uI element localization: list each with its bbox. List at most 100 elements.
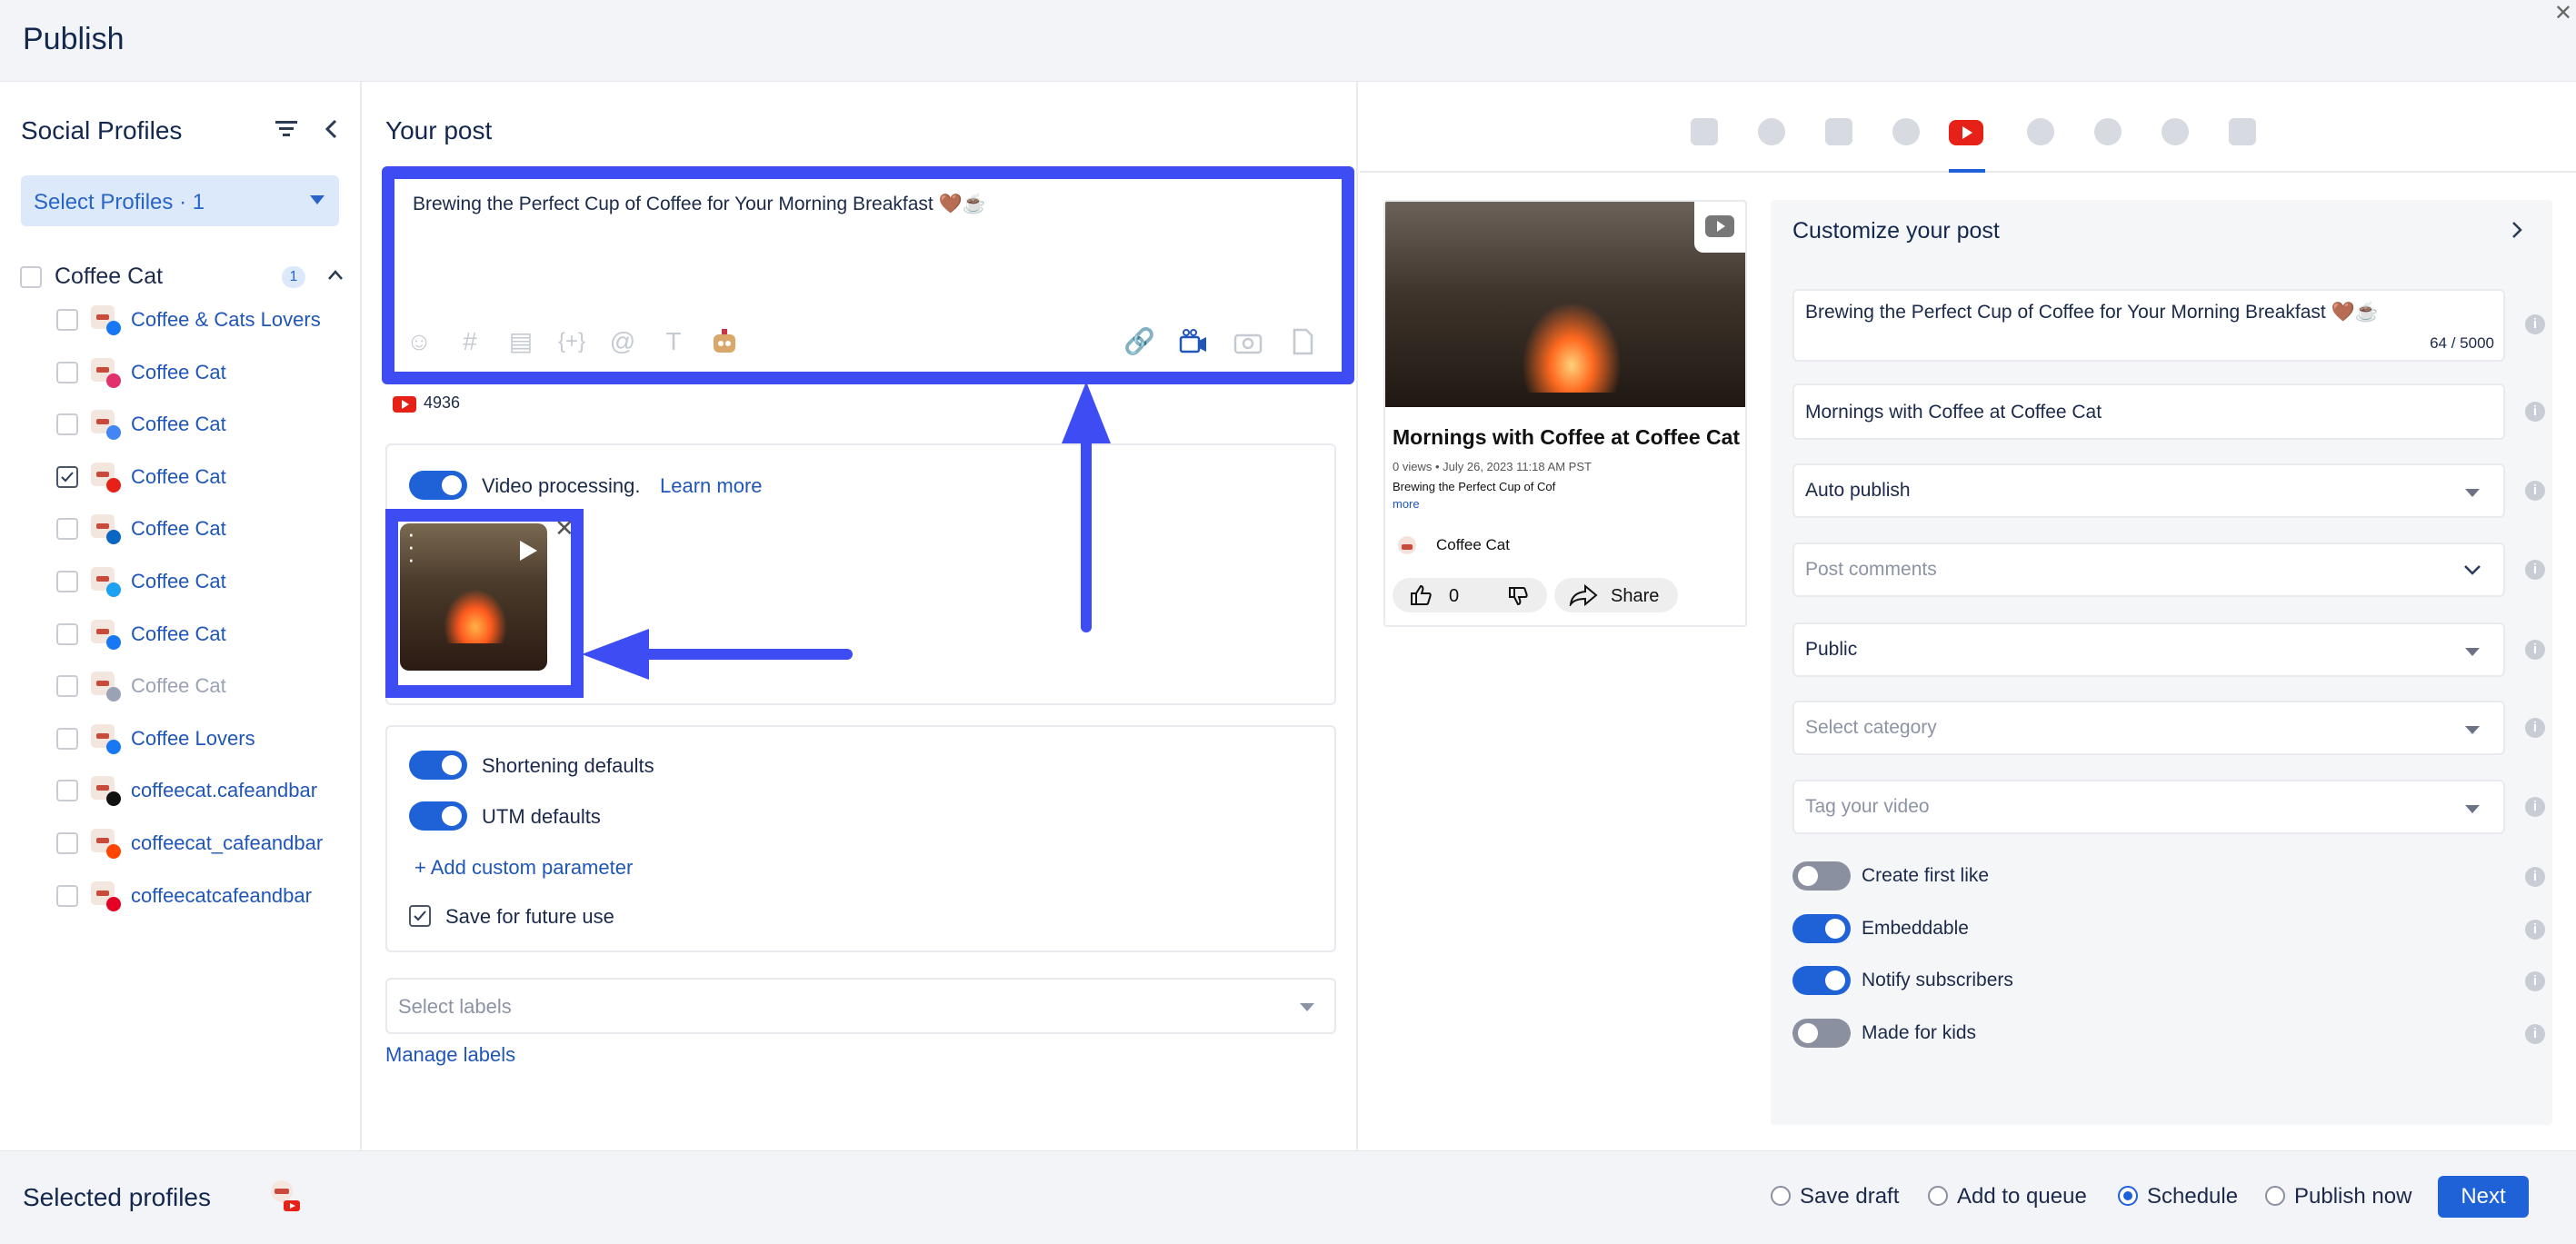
ai-assistant-icon[interactable] <box>709 326 740 357</box>
publish-mode-select[interactable]: Auto publish <box>1792 463 2505 518</box>
plus-icon: + <box>414 856 431 879</box>
info-icon[interactable]: i <box>2525 1024 2545 1044</box>
profile-item[interactable]: Coffee Cat <box>55 563 354 600</box>
profile-item[interactable]: Coffee Cat <box>55 511 354 547</box>
notify-subscribers-toggle[interactable] <box>1792 966 1851 995</box>
group-checkbox[interactable] <box>20 266 42 288</box>
info-icon[interactable]: i <box>2525 640 2545 660</box>
profile-item[interactable]: Coffee Cat <box>55 354 354 391</box>
utm-defaults-toggle[interactable] <box>409 801 467 831</box>
info-icon[interactable]: i <box>2525 867 2545 887</box>
info-icon[interactable]: i <box>2525 718 2545 738</box>
tab-reddit-icon[interactable] <box>2094 118 2122 145</box>
tags-select[interactable]: Tag your video <box>1792 780 2505 834</box>
tab-pinterest-icon[interactable] <box>2162 118 2189 145</box>
profile-item[interactable]: Coffee Cat <box>55 616 354 652</box>
info-icon[interactable]: i <box>2525 560 2545 580</box>
profile-checkbox[interactable] <box>56 361 78 383</box>
play-icon[interactable] <box>514 538 540 563</box>
tab-twitter-icon[interactable] <box>1892 118 1920 145</box>
save-future-checkbox[interactable] <box>409 905 431 927</box>
tab-youtube-icon[interactable] <box>1949 120 1983 145</box>
tab-instagram-icon[interactable] <box>1758 118 1785 145</box>
profile-item[interactable]: Coffee Lovers <box>55 721 354 757</box>
publish-now-radio[interactable] <box>2265 1186 2285 1206</box>
add-custom-parameter-link[interactable]: + Add custom parameter <box>414 856 633 880</box>
shortening-defaults-toggle[interactable] <box>409 751 467 780</box>
hashtag-icon[interactable]: # <box>454 326 485 357</box>
check-icon <box>61 472 74 483</box>
more-options-icon[interactable]: · · · <box>407 523 415 571</box>
notify-subscribers-label: Notify subscribers <box>1862 970 2013 990</box>
profile-checkbox[interactable] <box>56 413 78 436</box>
info-icon[interactable]: i <box>2525 797 2545 817</box>
schedule-radio[interactable] <box>2118 1186 2138 1206</box>
select-labels-placeholder: Select labels <box>398 995 512 1018</box>
made-for-kids-toggle[interactable] <box>1792 1019 1851 1048</box>
profile-item[interactable]: Coffee Cat <box>55 459 354 495</box>
tab-tiktok-icon[interactable] <box>2229 118 2256 145</box>
snippet-icon[interactable]: ▤ <box>505 326 536 357</box>
camera-icon[interactable] <box>1233 326 1263 357</box>
profile-checkbox[interactable] <box>56 309 78 331</box>
post-comments-select[interactable]: Post comments <box>1792 542 2505 597</box>
video-description-field[interactable]: Mornings with Coffee at Coffee Cat <box>1792 383 2505 440</box>
profile-checkbox[interactable] <box>56 884 78 907</box>
profile-item[interactable]: Coffee & Cats Lovers <box>55 302 354 338</box>
tab-linkedin-icon[interactable] <box>1825 118 1852 145</box>
profile-group[interactable]: Coffee Cat 1 <box>18 262 345 293</box>
select-labels-dropdown[interactable]: Select labels <box>385 978 1336 1034</box>
save-draft-radio[interactable] <box>1771 1186 1791 1206</box>
next-button[interactable]: Next <box>2438 1176 2529 1218</box>
profile-checkbox[interactable] <box>56 571 78 592</box>
selected-profile-avatar[interactable] <box>265 1177 302 1213</box>
profile-checkbox[interactable] <box>56 465 78 488</box>
variable-icon[interactable]: {+} <box>556 326 587 357</box>
profile-item[interactable]: coffeecatcafeandbar <box>55 878 354 914</box>
embeddable-toggle[interactable] <box>1792 914 1851 943</box>
profile-item[interactable]: coffeecat.cafeandbar <box>55 772 354 809</box>
chevron-right-icon[interactable] <box>2507 218 2527 242</box>
profile-checkbox[interactable] <box>56 675 78 698</box>
emoji-icon[interactable]: ☺ <box>404 326 434 357</box>
link-icon[interactable]: 🔗 <box>1123 326 1155 357</box>
info-icon[interactable]: i <box>2525 481 2545 501</box>
info-icon[interactable]: i <box>2525 920 2545 940</box>
text-format-icon[interactable]: T <box>658 326 689 357</box>
manage-labels-link[interactable]: Manage labels <box>385 1043 515 1067</box>
info-icon[interactable]: i <box>2525 402 2545 422</box>
category-select[interactable]: Select category <box>1792 701 2505 755</box>
info-icon[interactable]: i <box>2525 314 2545 334</box>
add-to-queue-radio[interactable] <box>1928 1186 1948 1206</box>
profile-checkbox[interactable] <box>56 518 78 541</box>
profile-item[interactable]: Coffee Cat <box>55 406 354 443</box>
chevron-left-icon[interactable] <box>320 116 344 142</box>
tab-google-icon[interactable] <box>2027 118 2054 145</box>
preview-panel: Mornings with Coffee at Coffee Cat 0 vie… <box>1360 82 2576 1150</box>
chevron-up-icon[interactable] <box>325 265 345 285</box>
learn-more-link[interactable]: Learn more <box>660 474 763 498</box>
profile-checkbox[interactable] <box>56 832 78 854</box>
tab-facebook-icon[interactable] <box>1691 118 1718 145</box>
mention-icon[interactable]: @ <box>607 326 638 357</box>
create-first-like-toggle[interactable] <box>1792 861 1851 891</box>
video-processing-toggle[interactable] <box>409 471 467 500</box>
document-icon[interactable] <box>1287 326 1318 357</box>
info-icon[interactable]: i <box>2525 971 2545 991</box>
video-title-field[interactable]: Brewing the Perfect Cup of Coffee for Yo… <box>1792 289 2505 362</box>
profile-item[interactable]: coffeecat_cafeandbar <box>55 825 354 861</box>
post-text-editor[interactable]: Brewing the Perfect Cup of Coffee for Yo… <box>382 166 1354 384</box>
profile-avatar <box>91 672 121 702</box>
video-upload-icon[interactable] <box>1178 326 1209 357</box>
close-icon[interactable]: ✕ <box>2554 0 2572 26</box>
profile-item[interactable]: Coffee Cat <box>55 668 354 704</box>
select-profiles-dropdown[interactable]: Select Profiles · 1 <box>21 175 339 226</box>
filter-icon[interactable] <box>273 118 300 140</box>
video-thumbnail[interactable]: · · · ✕ <box>385 509 584 698</box>
profile-checkbox[interactable] <box>56 727 78 750</box>
remove-media-icon[interactable]: ✕ <box>554 514 574 542</box>
post-text[interactable]: Brewing the Perfect Cup of Coffee for Yo… <box>413 194 986 215</box>
profile-checkbox[interactable] <box>56 780 78 802</box>
profile-checkbox[interactable] <box>56 622 78 645</box>
privacy-select[interactable]: Public <box>1792 622 2505 677</box>
